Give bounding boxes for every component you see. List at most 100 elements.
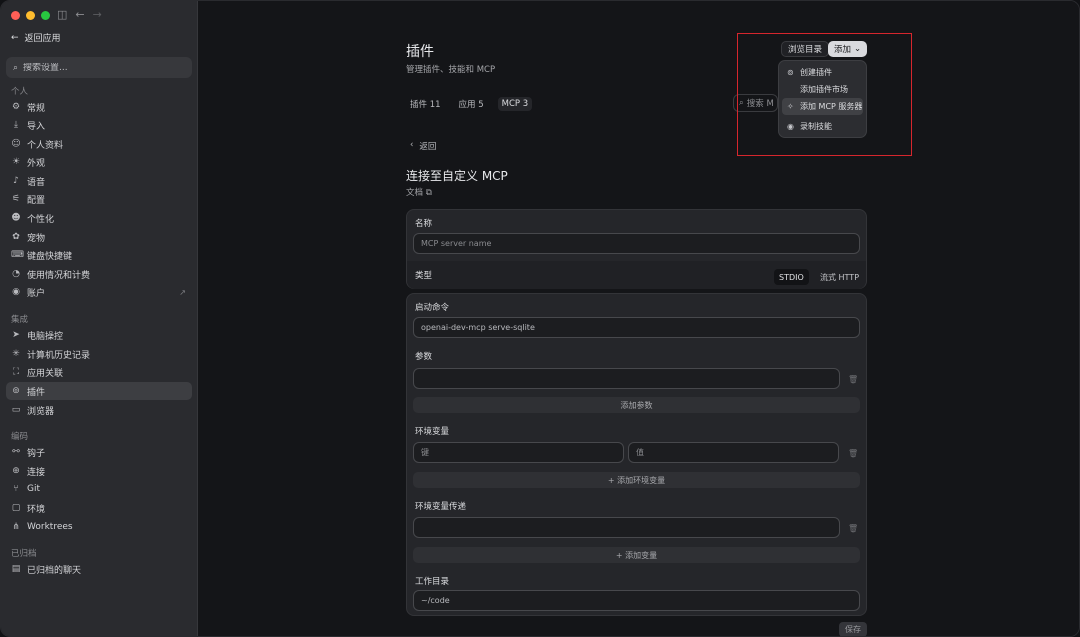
cwd-value: ~/code bbox=[421, 596, 450, 605]
sidebar-item-general[interactable]: ⚙ 常规 bbox=[6, 98, 192, 116]
section-personal: 个人 bbox=[11, 87, 29, 97]
external-link-icon: ⧉ bbox=[425, 188, 432, 198]
cwd-label: 工作目录 bbox=[415, 577, 450, 587]
tab-apps[interactable]: 应用 5 bbox=[455, 96, 488, 112]
sidebar-item-worktrees[interactable]: ⋔ Worktrees bbox=[6, 518, 192, 536]
add-env-button[interactable]: + 添加环境变量 bbox=[413, 472, 860, 488]
section-archived: 已归档 bbox=[11, 549, 37, 559]
back-link[interactable]: ‹ 返回 bbox=[410, 140, 436, 152]
sidebar-item-keyboard-shortcuts[interactable]: ⌨ 键盘快捷键 bbox=[6, 246, 192, 264]
smile-icon: ☻ bbox=[11, 213, 21, 223]
toolbar-icons: ◫ ← → bbox=[57, 8, 102, 21]
tab-plugins[interactable]: 插件 11 bbox=[406, 96, 445, 112]
main-content: 插件 管理插件、技能和 MCP 插件 11 应用 5 MCP 3 浏览目录 添加… bbox=[199, 1, 1079, 636]
zoom-window-button[interactable] bbox=[41, 11, 50, 20]
keyboard-icon: ⌨ bbox=[11, 250, 24, 260]
sidebar-item-appearance[interactable]: ☀ 外观 bbox=[6, 153, 192, 171]
settings-search[interactable]: ⌕ bbox=[6, 57, 192, 78]
type-option-streaming-http[interactable]: 流式 HTTP bbox=[815, 269, 864, 285]
git-icon: ⑂ bbox=[13, 484, 19, 494]
sidebar-item-computer-history[interactable]: ✳ 计算机历史记录 bbox=[6, 345, 192, 363]
sidebar-item-app-links[interactable]: ⛶ 应用关联 bbox=[6, 363, 192, 381]
trash-icon[interactable]: 🗑 bbox=[848, 449, 858, 458]
trash-icon[interactable]: 🗑 bbox=[848, 524, 858, 533]
command-field[interactable]: openai-dev-mcp serve-sqlite bbox=[413, 317, 860, 338]
command-label: 启动命令 bbox=[415, 303, 450, 313]
chart-icon: ◔ bbox=[12, 269, 20, 279]
history-icon: ✳ bbox=[12, 349, 20, 359]
name-label: 名称 bbox=[415, 219, 433, 229]
docs-link[interactable]: 文档 ⧉ bbox=[406, 186, 432, 198]
forward-arrow-icon[interactable]: → bbox=[93, 8, 102, 21]
args-input[interactable] bbox=[413, 368, 840, 389]
sidebar-item-usage-billing[interactable]: ◔ 使用情况和计费 bbox=[6, 265, 192, 283]
sliders-icon: ⚟ bbox=[11, 194, 21, 204]
settings-search-input[interactable] bbox=[23, 62, 174, 73]
type-label: 类型 bbox=[415, 271, 433, 281]
sidebar-item-computer-control[interactable]: ➤ 电脑操控 bbox=[6, 326, 192, 344]
page-title: 插件 bbox=[406, 44, 434, 60]
add-var-button[interactable]: + 添加变量 bbox=[413, 547, 860, 563]
sidebar-item-git[interactable]: ⑂ Git bbox=[6, 480, 192, 498]
chevron-left-icon: ‹ bbox=[410, 140, 414, 150]
mic-icon: ♪ bbox=[13, 176, 19, 186]
env-key-input[interactable] bbox=[421, 448, 623, 457]
sidebar-toggle-icon[interactable]: ◫ bbox=[57, 8, 67, 21]
sidebar: ◫ ← → ← 返回应用 ⌕ 个人 ⚙常规 ⤓导入 ☺个人资料 ☀外观 ♪语音 … bbox=[1, 1, 198, 636]
back-arrow-icon[interactable]: ← bbox=[75, 8, 84, 21]
type-option-stdio[interactable]: STDIO bbox=[774, 269, 809, 285]
sidebar-item-import[interactable]: ⤓ 导入 bbox=[6, 116, 192, 134]
sun-icon: ☀ bbox=[11, 157, 21, 167]
sidebar-item-environments[interactable]: ▢ 环境 bbox=[6, 499, 192, 517]
sidebar-item-plugins[interactable]: ⊚ 插件 bbox=[6, 382, 192, 400]
command-value: openai-dev-mcp serve-sqlite bbox=[421, 323, 535, 332]
sidebar-item-voice[interactable]: ♪ 语音 bbox=[6, 172, 192, 190]
link-icon: ⛶ bbox=[12, 367, 20, 377]
sidebar-item-personalization[interactable]: ☻ 个性化 bbox=[6, 209, 192, 227]
hook-icon: ⚯ bbox=[12, 447, 20, 457]
pet-icon: ✿ bbox=[12, 232, 20, 242]
cwd-field[interactable]: ~/code bbox=[413, 590, 860, 611]
chat-icon: ▢ bbox=[11, 503, 21, 513]
env-pass-input[interactable] bbox=[413, 517, 840, 538]
back-to-app-link[interactable]: ← 返回应用 bbox=[11, 31, 61, 45]
tab-mcp[interactable]: MCP 3 bbox=[497, 97, 533, 111]
type-row: 类型 STDIO 流式 HTTP bbox=[407, 261, 866, 289]
sidebar-item-pets[interactable]: ✿ 宠物 bbox=[6, 228, 192, 246]
name-field[interactable] bbox=[413, 233, 860, 254]
env-pass-label: 环境变量传递 bbox=[415, 502, 467, 512]
window-controls bbox=[11, 11, 50, 20]
archive-icon: ▤ bbox=[11, 564, 21, 574]
settings-window: ◫ ← → ← 返回应用 ⌕ 个人 ⚙常规 ⤓导入 ☺个人资料 ☀外观 ♪语音 … bbox=[0, 0, 1080, 637]
env-value-field[interactable] bbox=[628, 442, 839, 463]
minimize-window-button[interactable] bbox=[26, 11, 35, 20]
search-icon: ⌕ bbox=[13, 62, 19, 73]
form-title: 连接至自定义 MCP bbox=[406, 169, 508, 183]
sidebar-item-connections[interactable]: ⊕ 连接 bbox=[6, 462, 192, 480]
env-value-input[interactable] bbox=[636, 448, 838, 457]
gear-icon: ⚙ bbox=[11, 102, 21, 112]
import-icon: ⤓ bbox=[14, 120, 18, 130]
sidebar-item-archived-chats[interactable]: ▤ 已归档的聊天 bbox=[6, 560, 192, 578]
browser-icon: ▭ bbox=[11, 405, 21, 415]
sidebar-item-hooks[interactable]: ⚯ 钩子 bbox=[6, 443, 192, 461]
account-icon: ◉ bbox=[12, 287, 20, 297]
env-key-field[interactable] bbox=[413, 442, 624, 463]
sidebar-item-browser[interactable]: ▭ 浏览器 bbox=[6, 401, 192, 419]
plugin-icon: ⊚ bbox=[12, 386, 20, 396]
sidebar-item-account[interactable]: ◉ 账户 ↗ bbox=[6, 283, 192, 301]
external-link-icon: ↗ bbox=[179, 287, 186, 297]
plugin-tabs: 插件 11 应用 5 MCP 3 bbox=[406, 96, 533, 112]
close-window-button[interactable] bbox=[11, 11, 20, 20]
sidebar-item-profile[interactable]: ☺ 个人资料 bbox=[6, 135, 192, 153]
section-coding: 编码 bbox=[11, 432, 29, 442]
arrow-left-icon: ← bbox=[11, 32, 19, 43]
save-button[interactable]: 保存 bbox=[839, 622, 867, 636]
name-input[interactable] bbox=[421, 239, 859, 248]
sidebar-item-config[interactable]: ⚟ 配置 bbox=[6, 190, 192, 208]
trash-icon[interactable]: 🗑 bbox=[848, 375, 858, 384]
add-arg-button[interactable]: 添加参数 bbox=[413, 397, 860, 413]
section-integrations: 集成 bbox=[11, 315, 29, 325]
tree-icon: ⋔ bbox=[12, 522, 20, 532]
user-icon: ☺ bbox=[11, 139, 21, 149]
